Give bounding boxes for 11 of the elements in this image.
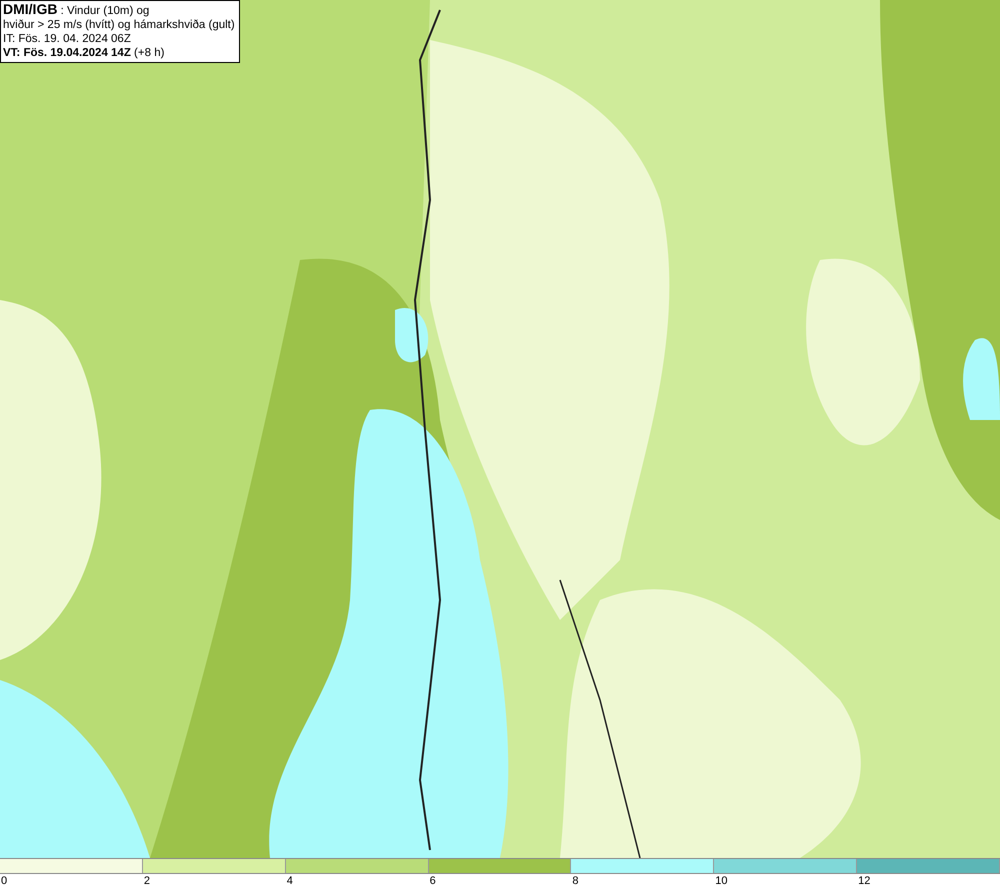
title-line: hviður > 25 m/s (hvítt) og hámarkshviða (gult) [3, 18, 235, 32]
title-line: VT: Fös. 19.04.2024 14Z (+8 h) [3, 46, 166, 60]
title-line: DMI/IGB : Vindur (10m) og [3, 2, 150, 18]
title-line: IT: Fös. 19. 04. 2024 06Z [3, 32, 132, 46]
legend-tick-label: 12 [857, 874, 870, 887]
legend-tick-label: 6 [428, 874, 436, 887]
legend-tick-label: 8 [571, 874, 579, 887]
legend-tick-label: 10 [714, 874, 728, 887]
legend-tick-label: 0 [0, 874, 8, 887]
legend-tick-label: 2 [142, 874, 150, 887]
legend-tick-label: 4 [286, 874, 293, 887]
